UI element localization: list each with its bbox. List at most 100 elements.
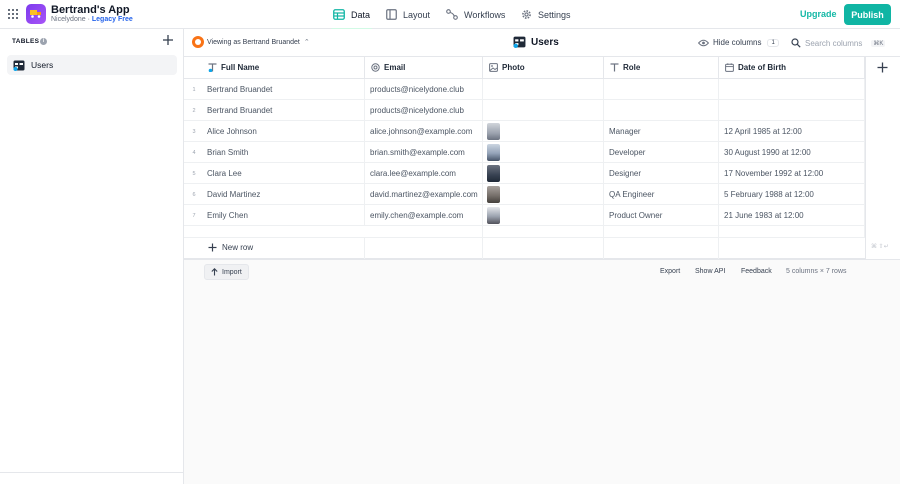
cell-full-name[interactable]: Bertrand Bruandet <box>202 79 365 100</box>
cell-email[interactable]: products@nicelydone.club <box>365 100 483 121</box>
column-header-full-name[interactable]: Full Name <box>184 57 365 79</box>
cell-full-name[interactable]: Alice Johnson <box>202 121 365 142</box>
calendar-icon <box>725 63 734 72</box>
cell-date-of-birth[interactable] <box>719 79 865 100</box>
cell-photo[interactable] <box>483 142 604 163</box>
table-row[interactable]: 6 David Martinez david.martinez@example.… <box>184 184 865 205</box>
cell-photo[interactable] <box>483 121 604 142</box>
column-label: Date of Birth <box>738 63 786 72</box>
add-table-icon[interactable] <box>162 34 174 46</box>
upgrade-button[interactable]: Upgrade <box>800 9 837 19</box>
cell-date-of-birth[interactable] <box>719 100 865 121</box>
table-icon <box>513 36 526 48</box>
cell-role[interactable] <box>604 100 719 121</box>
separator: · <box>87 16 90 23</box>
cell-full-name[interactable]: Clara Lee <box>202 163 365 184</box>
add-column-icon[interactable] <box>877 62 888 73</box>
info-icon[interactable]: i <box>40 38 47 45</box>
cell-email[interactable]: products@nicelydone.club <box>365 79 483 100</box>
tab-settings[interactable]: Settings <box>521 0 571 29</box>
photo-thumbnail <box>487 186 500 203</box>
cell-photo[interactable] <box>483 205 604 226</box>
cell-email[interactable]: david.martinez@example.com <box>365 184 483 205</box>
show-api-button[interactable]: Show API <box>695 268 725 275</box>
row-number: 6 <box>192 191 196 198</box>
cell-photo[interactable] <box>483 100 604 121</box>
app-workspace-line: Nicelydone · Legacy Free <box>51 16 133 23</box>
row-number: 3 <box>192 128 196 135</box>
tab-workflows-label: Workflows <box>464 9 506 20</box>
search-columns-input[interactable]: Search columns ⌘K <box>791 38 886 48</box>
row-number: 4 <box>192 149 196 156</box>
table-row[interactable]: 1 Bertrand Bruandet products@nicelydone.… <box>184 79 865 100</box>
cell-role[interactable]: Product Owner <box>604 205 719 226</box>
column-label: Email <box>384 63 406 72</box>
cell-email[interactable]: alice.johnson@example.com <box>365 121 483 142</box>
table-row[interactable]: 2 Bertrand Bruandet products@nicelydone.… <box>184 100 865 121</box>
cell-role[interactable]: QA Engineer <box>604 184 719 205</box>
table-title-label: Users <box>531 36 559 48</box>
cell-date-of-birth[interactable]: 30 August 1990 at 12:00 <box>719 142 865 163</box>
cell-photo[interactable] <box>483 184 604 205</box>
sidebar-item-users[interactable]: Users <box>7 55 177 75</box>
cell-photo[interactable] <box>483 79 604 100</box>
tab-data[interactable]: Data <box>330 0 373 30</box>
cell-email[interactable]: brian.smith@example.com <box>365 142 483 163</box>
import-label: Import <box>222 268 242 276</box>
database-icon <box>333 9 345 20</box>
cell-date-of-birth[interactable]: 17 November 1992 at 12:00 <box>719 163 865 184</box>
cell-date-of-birth[interactable]: 5 February 1988 at 12:00 <box>719 184 865 205</box>
hide-columns-label: Hide columns <box>713 38 762 47</box>
gear-icon <box>522 10 531 19</box>
cell-full-name[interactable]: Bertrand Bruandet <box>202 100 365 121</box>
column-label: Role <box>623 63 641 72</box>
photo-thumbnail <box>487 123 500 140</box>
export-button[interactable]: Export <box>660 268 680 275</box>
app-name[interactable]: Bertrand's App <box>51 4 130 16</box>
photo-thumbnail <box>487 207 500 224</box>
cell-date-of-birth[interactable]: 12 April 1985 at 12:00 <box>719 121 865 142</box>
new-row-bar: New row <box>184 237 865 259</box>
column-header-date-of-birth[interactable]: Date of Birth <box>719 57 865 79</box>
apps-grid-icon[interactable] <box>8 9 18 19</box>
table-row[interactable]: 3 Alice Johnson alice.johnson@example.co… <box>184 121 865 142</box>
column-header-email[interactable]: Email <box>365 57 483 79</box>
column-header-role[interactable]: Role <box>604 57 719 79</box>
table-row[interactable]: 5 Clara Lee clara.lee@example.com Design… <box>184 163 865 184</box>
plan-link[interactable]: Legacy Free <box>92 16 133 23</box>
empty-canvas <box>184 283 900 484</box>
viewing-as-label: Viewing as Bertrand Bruandet <box>207 38 300 46</box>
cell-email[interactable]: emily.chen@example.com <box>365 205 483 226</box>
tab-data-label: Data <box>351 9 371 20</box>
column-divider <box>364 237 365 259</box>
import-button[interactable]: Import <box>204 264 249 280</box>
table-row[interactable]: 7 Emily Chen emily.chen@example.com Prod… <box>184 205 865 226</box>
cell-date-of-birth[interactable]: 21 June 1983 at 12:00 <box>719 205 865 226</box>
new-row-button[interactable]: New row <box>208 243 253 252</box>
workflow-icon <box>446 9 458 20</box>
hide-columns-button[interactable]: Hide columns 1 <box>698 38 779 47</box>
cell-role[interactable]: Manager <box>604 121 719 142</box>
cell-email[interactable]: clara.lee@example.com <box>365 163 483 184</box>
column-label: Full Name <box>221 63 260 72</box>
add-column-strip <box>865 57 900 259</box>
chevron-updown-icon: ⌃ <box>303 39 310 46</box>
tab-workflows[interactable]: Workflows <box>446 0 505 29</box>
cell-role[interactable]: Designer <box>604 163 719 184</box>
cell-role[interactable]: Developer <box>604 142 719 163</box>
plus-icon <box>208 243 217 252</box>
viewing-as-selector[interactable]: Viewing as Bertrand Bruandet ⌃ <box>192 36 310 48</box>
cell-role[interactable] <box>604 79 719 100</box>
cell-full-name[interactable]: Emily Chen <box>202 205 365 226</box>
cell-full-name[interactable]: Brian Smith <box>202 142 365 163</box>
photo-thumbnail <box>487 165 500 182</box>
feedback-button[interactable]: Feedback <box>741 268 772 275</box>
layout-icon <box>386 9 397 20</box>
tab-layout[interactable]: Layout <box>386 0 430 29</box>
column-header-photo[interactable]: Photo <box>483 57 604 79</box>
publish-button[interactable]: Publish <box>844 4 891 25</box>
cell-photo[interactable] <box>483 163 604 184</box>
cell-full-name[interactable]: David Martinez <box>202 184 365 205</box>
app-logo-icon[interactable] <box>26 4 46 24</box>
table-row[interactable]: 4 Brian Smith brian.smith@example.com De… <box>184 142 865 163</box>
